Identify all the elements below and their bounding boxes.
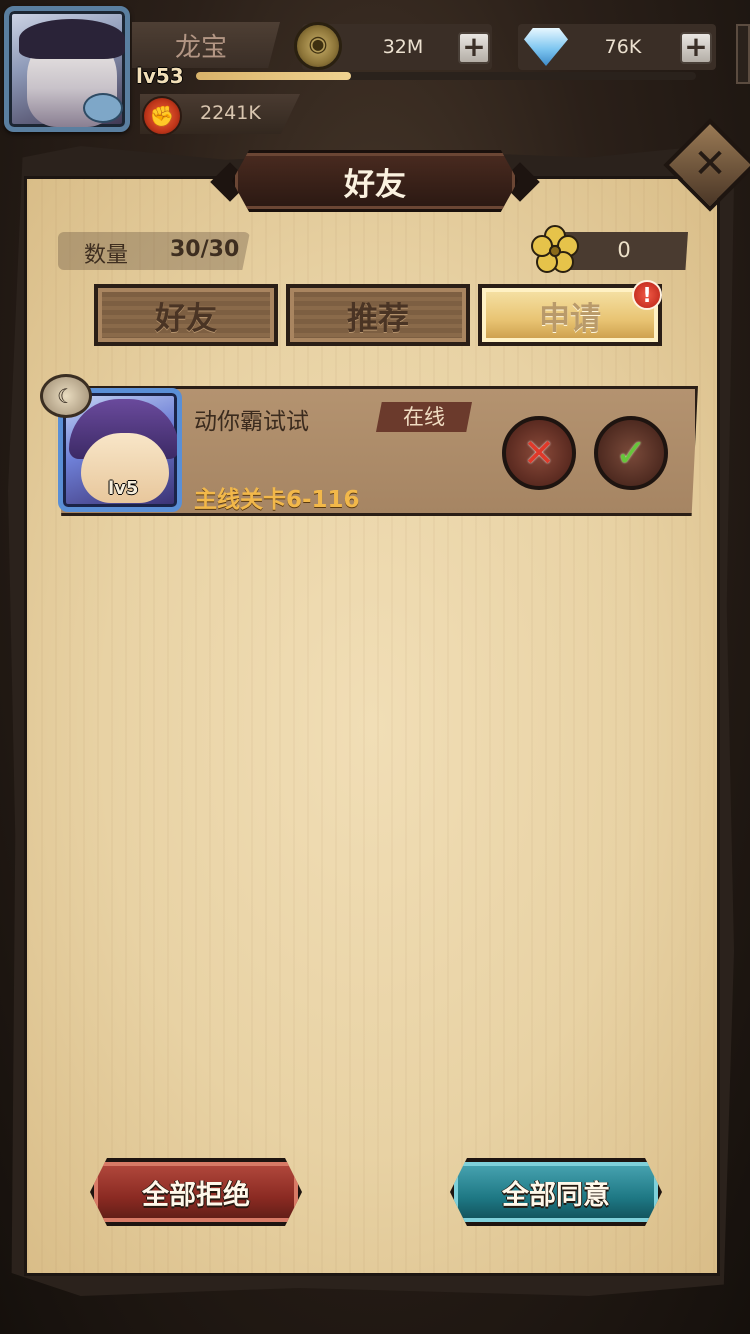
petal-value: 0 (617, 238, 631, 262)
diamond-icon (524, 28, 568, 66)
accept-request-button[interactable]: ✓ (594, 416, 668, 490)
player-power: 2241K (200, 102, 261, 124)
gold-currency: ◉ 32M + (294, 22, 492, 70)
player-level: lv53 (136, 64, 184, 88)
diamond-value: 76K (604, 36, 642, 58)
gold-value: 32M (382, 36, 424, 58)
accept-all-button[interactable]: 全部同意 (450, 1158, 662, 1226)
side-edge (736, 24, 750, 84)
xp-bar (196, 72, 696, 80)
notification-badge: ! (632, 280, 662, 310)
reject-all-button[interactable]: 全部拒绝 (90, 1158, 302, 1226)
friend-count-label: 数量 (84, 243, 129, 268)
tab-recommended[interactable]: 推荐 (286, 284, 470, 346)
tab-friends[interactable]: 好友 (94, 284, 278, 346)
panel-title: 好友 (232, 150, 518, 212)
friend-count-value: 30/30 (170, 237, 240, 262)
requester-name: 动你霸试试 (194, 409, 309, 435)
checkmark-icon: ✓ (615, 431, 647, 475)
avatar-hat (19, 19, 125, 59)
reject-x-icon: ✕ (523, 431, 555, 475)
online-status-badge: 在线 (376, 402, 472, 432)
player-name: 龙宝 (132, 22, 280, 68)
add-gold-button[interactable]: + (458, 32, 490, 64)
requester-stage: 主线关卡6-116 (194, 487, 360, 513)
requester-level: lv5 (108, 478, 139, 499)
gold-coin-icon: ◉ (294, 22, 342, 70)
xp-bar-fill (196, 72, 351, 80)
fist-power-icon: ✊ (142, 96, 182, 136)
rank-badge-icon: ☾ (40, 374, 92, 418)
avatar-pet-icon (83, 93, 123, 123)
close-icon: ✕ (693, 141, 727, 187)
top-bar: 龙宝 lv53 ✊ 2241K ◉ 32M + 76K + (0, 0, 750, 140)
add-diamond-button[interactable]: + (680, 32, 712, 64)
reject-request-button[interactable]: ✕ (502, 416, 576, 490)
diamond-currency: 76K + (518, 24, 716, 70)
player-avatar[interactable] (4, 6, 130, 132)
